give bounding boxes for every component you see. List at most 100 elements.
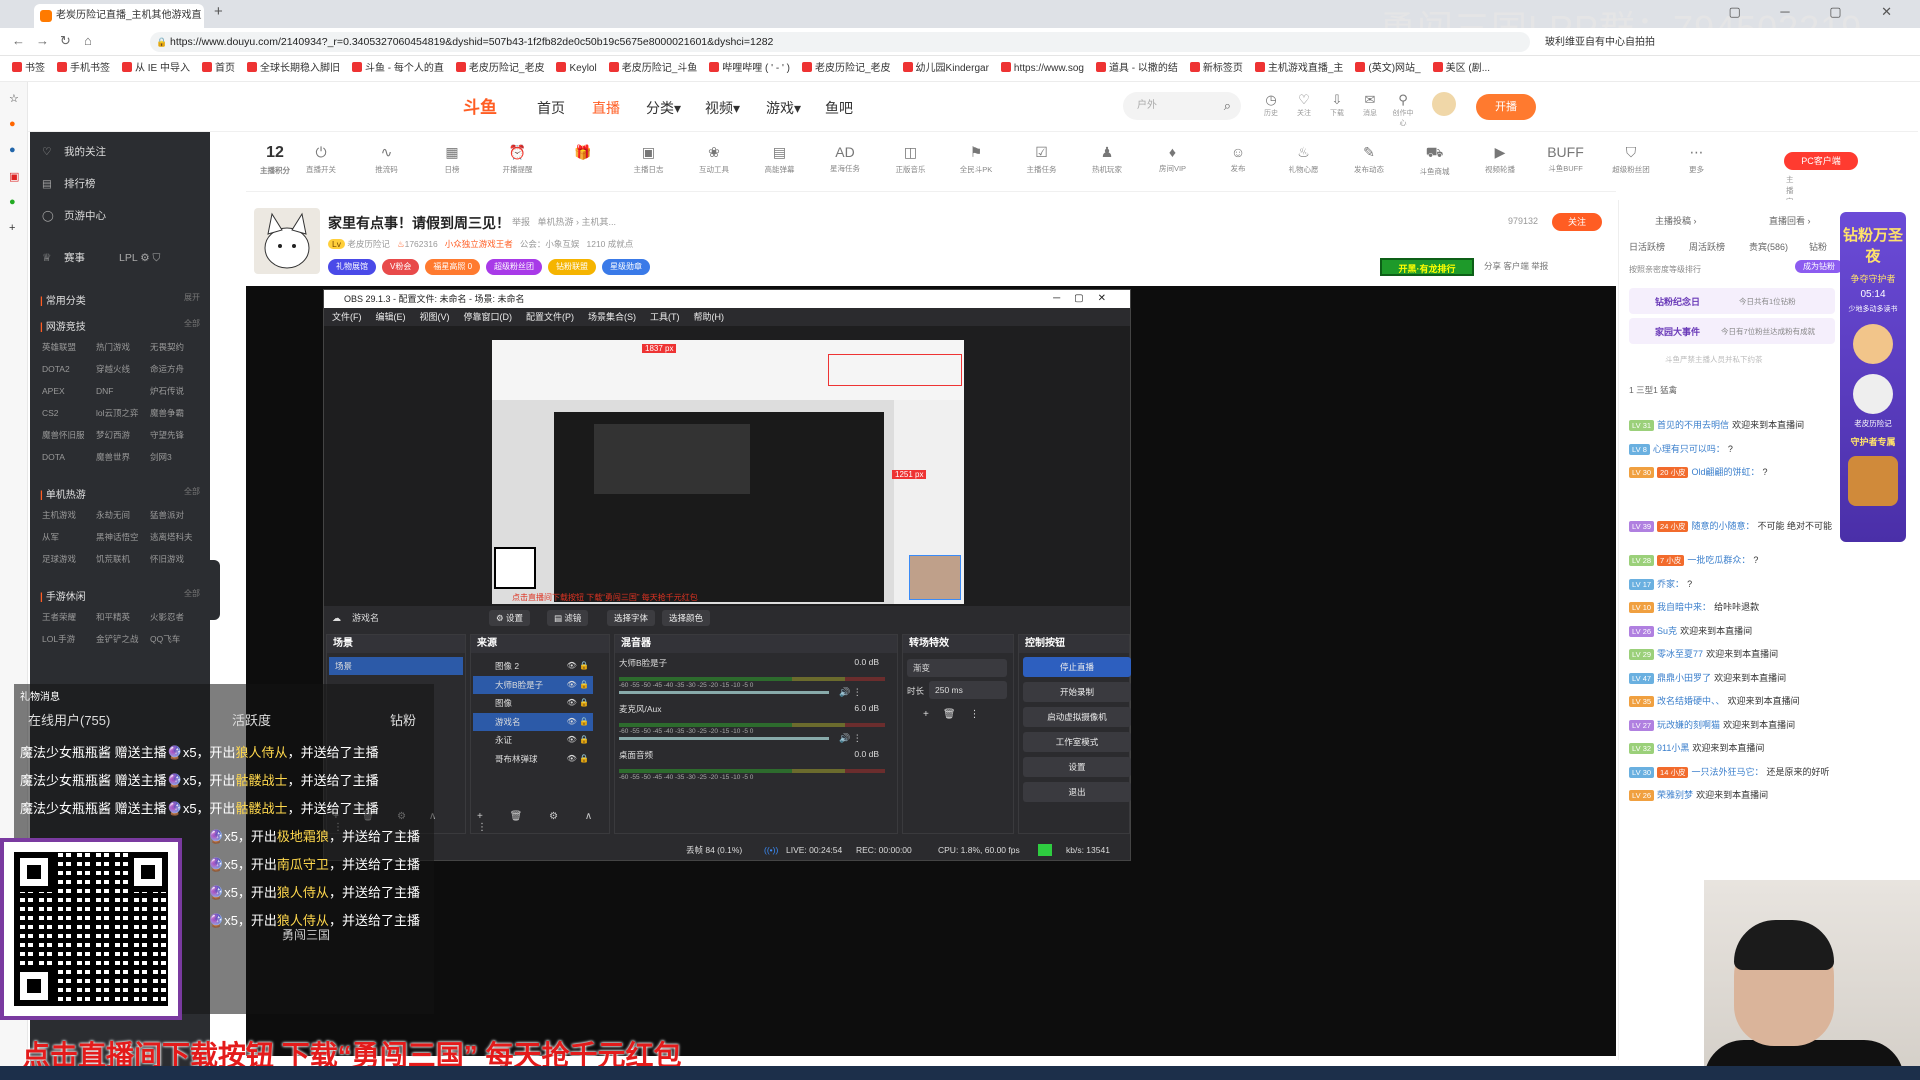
chat-username[interactable]: Old翩翩的饼虹： <box>1691 467 1759 477</box>
game-link[interactable]: 足球游戏 <box>42 548 96 570</box>
toolbar-item[interactable]: ☺ 发布 <box>1217 144 1259 174</box>
window-controls[interactable]: ▢ ─ ▢ ✕ <box>1728 4 1910 20</box>
chat-username[interactable]: 鼎鼎小田罗了 <box>1657 673 1711 683</box>
nav-yuba[interactable]: 鱼吧 <box>825 98 853 118</box>
game-link[interactable]: 魔兽争霸 <box>150 402 204 424</box>
game-link[interactable]: 王者荣耀 <box>42 606 96 628</box>
obs-menu-item[interactable]: 文件(F) <box>332 312 362 322</box>
toolbar-item[interactable]: ⛟ 斗鱼商城 <box>1414 144 1456 177</box>
bookmark-item[interactable]: (英文)网站_ <box>1355 56 1421 81</box>
url-field[interactable]: 🔒 https://www.douyu.com/2140934?_r=0.340… <box>150 32 1530 52</box>
toolbar-item[interactable]: ⋯ 更多 <box>1676 144 1718 175</box>
chat-username[interactable]: 心理有只可以吗： <box>1653 444 1725 454</box>
chat-message[interactable]: LV 10 我自暗中来： 给咔咔退款 <box>1629 600 1759 613</box>
toolbar-item[interactable]: ∿ 推流码 <box>366 144 408 175</box>
toolbar-item[interactable]: ♟ 热机玩家 <box>1086 144 1128 175</box>
game-link[interactable]: 从军 <box>42 526 96 548</box>
download-qr-code[interactable] <box>0 838 182 1020</box>
obs-menu-item[interactable]: 帮助(H) <box>694 312 725 322</box>
search-icon[interactable]: ⌕ <box>1224 92 1231 120</box>
toolbar-item[interactable]: AD 星海任务 <box>824 144 866 174</box>
chat-message[interactable]: LV 39 24 小皮 随意的小随意： 不可能 绝对不可能 <box>1629 519 1832 532</box>
section-header[interactable]: | 手游休闲 全部 <box>40 588 200 603</box>
bookmark-item[interactable]: 书签 <box>12 56 45 81</box>
toolbar-item[interactable]: ♨ 礼物心愿 <box>1283 144 1325 175</box>
search-input[interactable]: 户外 ⌕ <box>1123 92 1241 120</box>
room-tag[interactable]: 星级勋章 <box>602 259 651 275</box>
game-link[interactable]: 猛兽派对 <box>150 504 204 526</box>
game-link[interactable]: 命运方舟 <box>150 358 204 380</box>
chat-message[interactable]: LV 26 Su克 欢迎来到本直播间 <box>1629 624 1752 637</box>
nav-video[interactable]: 视频▾ <box>705 98 740 118</box>
visibility-lock-icon[interactable]: 👁 🔒 <box>567 694 589 712</box>
toolbar-item[interactable]: ▣ 主播日志 <box>628 144 670 175</box>
toolbar-item[interactable]: ❀ 互动工具 <box>693 144 735 175</box>
volume-slider[interactable] <box>619 691 829 694</box>
history-icon[interactable]: ◷ 历史 <box>1258 92 1284 118</box>
room-tag[interactable]: 福星高照 0 <box>425 259 481 275</box>
tab-replay[interactable]: 直播回看 › <box>1769 214 1811 227</box>
bookmark-item[interactable]: 哔哩哔哩 ( ' - ' ) <box>709 56 790 81</box>
chat-username[interactable]: 随意的小随意： <box>1691 521 1754 531</box>
weibo-icon[interactable]: ● <box>9 144 16 156</box>
rank-tab[interactable]: 周活跃榜 <box>1689 240 1725 253</box>
toolbar-item[interactable]: ▤ 高能弹幕 <box>759 144 801 175</box>
sidebar-collapse-handle[interactable] <box>208 560 220 620</box>
chat-message[interactable]: LV 28 7 小皮 一批吃瓜群众：? <box>1629 553 1758 566</box>
game-link[interactable]: 守望先锋 <box>150 424 204 446</box>
game-link[interactable]: 穿越火线 <box>96 358 150 380</box>
chat-username[interactable]: 一只法外狂马它： <box>1691 767 1763 777</box>
bookmark-item[interactable]: https://www.sog <box>1000 56 1084 81</box>
category-breadcrumb[interactable]: 单机热游 › 主机其... <box>538 217 617 227</box>
visibility-lock-icon[interactable]: 👁 🔒 <box>567 676 589 694</box>
extension-search[interactable]: 玻利维亚自有中心自拍拍 <box>1545 33 1655 48</box>
source-item[interactable]: 图像 👁 🔒 <box>473 694 593 712</box>
chat-message[interactable]: LV 30 14 小皮 一只法外狂马它： 还是原来的好听 <box>1629 765 1830 778</box>
toolbar-item[interactable]: BUFF 斗鱼BUFF <box>1545 144 1587 174</box>
control-button[interactable]: 启动虚拟摄像机 <box>1023 707 1131 727</box>
scene-item[interactable]: 场景 <box>329 657 463 675</box>
visibility-lock-icon[interactable]: 👁 🔒 <box>567 750 589 768</box>
chat-username[interactable]: 我自暗中来： <box>1657 602 1711 612</box>
nav-game[interactable]: 游戏▾ <box>766 98 801 118</box>
reload-icon[interactable]: ↻ <box>60 33 71 49</box>
toolbar-item[interactable]: ⚑ 全民斗PK <box>955 144 997 175</box>
event-family[interactable]: 家园大事件 今日有7位粉丝达成粉有成就 <box>1629 318 1835 344</box>
bookmark-item[interactable]: 首页 <box>202 56 235 81</box>
source-item[interactable]: 大师B脸是子 👁 🔒 <box>473 675 593 694</box>
lpl-logo[interactable]: LPL ⚙ ⛉ <box>119 252 160 264</box>
toolbar-item[interactable]: ⏻ 直播开关 <box>300 144 342 175</box>
game-link[interactable]: 炉石传说 <box>150 380 204 402</box>
app-icon[interactable]: ● <box>9 196 16 208</box>
game-link[interactable]: 魔兽世界 <box>96 446 150 468</box>
chat-message[interactable]: LV 29 零冰至夏77 欢迎来到本直播间 <box>1629 647 1778 660</box>
bookmark-item[interactable]: 手机书签 <box>57 56 110 81</box>
creator-icon[interactable]: ⚲ 创作中心 <box>1390 92 1416 128</box>
obs-menu-item[interactable]: 编辑(E) <box>376 312 406 322</box>
sidebar-item-event[interactable]: ♕ 赛事 LPL ⚙ ⛉ <box>42 250 160 265</box>
game-link[interactable]: 和平精英 <box>96 606 150 628</box>
source-item[interactable]: 图像 2 👁 🔒 <box>473 657 593 675</box>
anchor-score[interactable]: 12 主播积分 <box>254 144 296 176</box>
obs-menu-item[interactable]: 停靠窗口(D) <box>464 312 513 322</box>
transition-controls[interactable]: +🗑⋮ <box>923 709 994 720</box>
home-icon[interactable]: ⌂ <box>84 33 92 48</box>
browser-tab[interactable]: 老炭历险记直播_主机其他游戏直 × <box>34 4 204 28</box>
selection-box[interactable] <box>828 354 962 386</box>
obs-menu-item[interactable]: 工具(T) <box>650 312 680 322</box>
bookmark-item[interactable]: 老皮历险记_老皮 <box>455 56 544 81</box>
tab-anchor-submissions[interactable]: 主播投稿 › <box>1655 214 1697 227</box>
video-icon[interactable]: ▣ <box>9 170 19 183</box>
obs-menu-item[interactable]: 视图(V) <box>420 312 450 322</box>
mute-icon[interactable]: 🔊 ⋮ <box>839 733 862 744</box>
toolbar-item[interactable]: ▶ 视频轮播 <box>1479 144 1521 175</box>
star-icon[interactable]: ☆ <box>9 92 19 105</box>
bookmark-item[interactable]: Keylol <box>556 56 597 81</box>
source-controls[interactable]: + 🗑 ⚙ ∧ ⋮ <box>477 811 609 833</box>
common-category-header[interactable]: | 常用分类 展开 <box>40 292 200 307</box>
room-tag[interactable]: V粉会 <box>382 259 420 275</box>
expand-link[interactable]: 展开 <box>184 292 200 303</box>
become-fan-button[interactable]: 成为钻粉 <box>1795 260 1843 273</box>
chat-username[interactable]: 911小黑 <box>1657 743 1689 753</box>
chat-message[interactable]: LV 17 乔家：? <box>1629 577 1692 590</box>
